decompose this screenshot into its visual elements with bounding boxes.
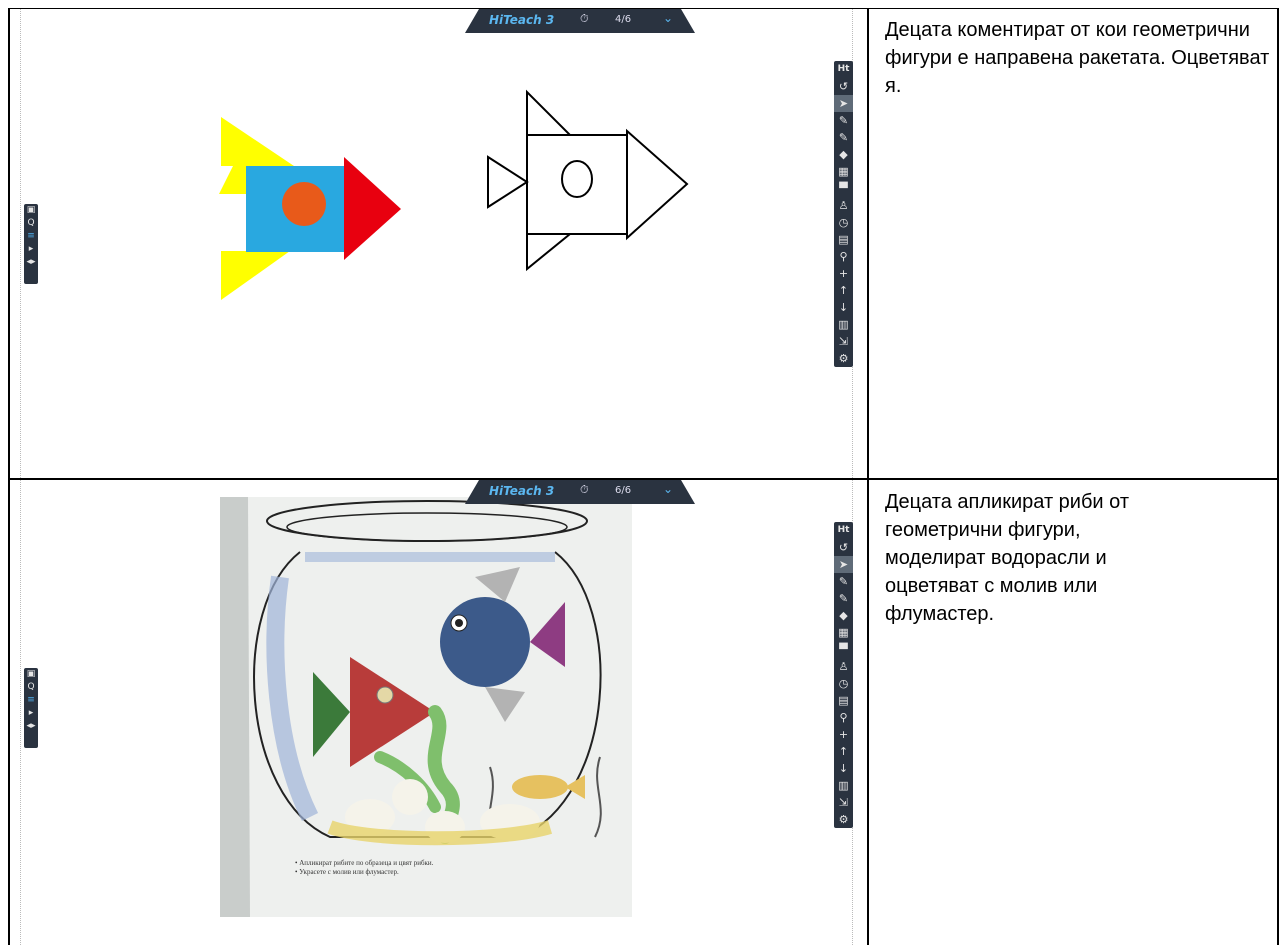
worksheet-photo: • Апликират рибите по образеца и цвят ри… bbox=[220, 497, 632, 917]
search-icon[interactable]: Q bbox=[24, 217, 38, 230]
clock-icon[interactable]: ⏱ bbox=[580, 12, 589, 26]
pen-2-icon[interactable]: ✎ bbox=[834, 129, 853, 146]
trash-icon[interactable]: ▥ bbox=[834, 316, 853, 333]
row-2-caption: Децата апликират риби от геометрични фиг… bbox=[885, 491, 1129, 625]
right-toolbar: Ht ↺ ➤ ✎ ✎ ◆ ▦ ▀ ♙ ◷ ▤ ⚲ + ↑ ↓ ▥ ⇲ ⚙ bbox=[834, 61, 853, 367]
add-icon[interactable]: + bbox=[834, 265, 853, 282]
trash-icon[interactable]: ▥ bbox=[834, 777, 853, 794]
row-1-caption: Децата коментират от кои геометрични фиг… bbox=[885, 19, 1270, 97]
chevron-down-icon[interactable]: ⌄ bbox=[663, 11, 673, 25]
timer-icon[interactable]: ◷ bbox=[834, 214, 853, 231]
calendar-icon[interactable]: ▤ bbox=[834, 692, 853, 709]
pen-2-icon[interactable]: ✎ bbox=[834, 590, 853, 607]
rocket-window bbox=[282, 182, 326, 226]
chevron-down-icon[interactable]: ⌄ bbox=[663, 482, 673, 496]
cursor-icon[interactable]: ➤ bbox=[834, 556, 853, 573]
settings-icon[interactable]: ⚙ bbox=[834, 811, 853, 828]
down-arrow-icon[interactable]: ↓ bbox=[834, 760, 853, 777]
stamp-icon[interactable]: ▀ bbox=[834, 180, 853, 197]
zoom-icon[interactable]: ⚲ bbox=[834, 709, 853, 726]
page-indicator: 6/6 bbox=[615, 485, 632, 496]
person-icon[interactable]: ♙ bbox=[834, 658, 853, 675]
menu-icon[interactable]: ≡ bbox=[24, 694, 38, 707]
image-icon[interactable]: ▣ bbox=[24, 204, 38, 217]
calendar-icon[interactable]: ▤ bbox=[834, 231, 853, 248]
table-border-right bbox=[1277, 8, 1279, 945]
worksheet-line-2: • Украсете с молив или флумастер. bbox=[295, 868, 399, 876]
left-toolbar-2: ▣ Q ≡ ▸ ◂▸ bbox=[24, 668, 38, 748]
pen-icon[interactable]: ✎ bbox=[834, 112, 853, 129]
add-icon[interactable]: + bbox=[834, 726, 853, 743]
search-icon[interactable]: Q bbox=[24, 681, 38, 694]
undo-icon[interactable]: ↺ bbox=[834, 78, 853, 95]
slide-1: HiTeach 3 ⏱ 4/6 ⌄ ▣ Q ≡ ▸ ◂▸ Ht ↺ ➤ ✎ ✎ … bbox=[10, 9, 867, 478]
worksheet-line-1: • Апликират рибите по образеца и цвят ри… bbox=[295, 859, 434, 867]
table-border-middle bbox=[867, 8, 869, 945]
cursor-icon[interactable]: ➤ bbox=[834, 95, 853, 112]
outline-rocket bbox=[487, 89, 689, 272]
hiteach-logo-icon[interactable]: Ht bbox=[834, 61, 853, 78]
image-icon[interactable]: ▣ bbox=[24, 668, 38, 681]
hiteach-logo: HiTeach 3 bbox=[489, 484, 555, 498]
exit-icon[interactable]: ⇲ bbox=[834, 794, 853, 811]
menu-icon[interactable]: ≡ bbox=[24, 230, 38, 243]
hiteach-topbar[interactable]: HiTeach 3 ⏱ 4/6 ⌄ bbox=[465, 9, 695, 33]
rocket-bottom-fin bbox=[221, 251, 290, 300]
play-icon[interactable]: ▸ bbox=[24, 707, 38, 720]
worksheet-instructions: • Апликират рибите по образеца и цвят ри… bbox=[295, 859, 433, 877]
hiteach-logo-icon[interactable]: Ht bbox=[834, 522, 853, 539]
right-toolbar-2: Ht ↺ ➤ ✎ ✎ ◆ ▦ ▀ ♙ ◷ ▤ ⚲ + ↑ ↓ ▥ ⇲ ⚙ bbox=[834, 522, 853, 828]
pen-icon[interactable]: ✎ bbox=[834, 573, 853, 590]
page-indicator: 4/6 bbox=[615, 14, 632, 25]
hiteach-topbar-2[interactable]: HiTeach 3 ⏱ 6/6 ⌄ bbox=[465, 480, 695, 504]
rocket-top-fin bbox=[221, 117, 294, 166]
down-arrow-icon[interactable]: ↓ bbox=[834, 299, 853, 316]
settings-icon[interactable]: ⚙ bbox=[834, 350, 853, 367]
eraser-icon[interactable]: ◆ bbox=[834, 146, 853, 163]
timer-icon[interactable]: ◷ bbox=[834, 675, 853, 692]
stamp-icon[interactable]: ▀ bbox=[834, 641, 853, 658]
rocket-illustration bbox=[219, 89, 689, 300]
person-icon[interactable]: ♙ bbox=[834, 197, 853, 214]
rocket-nose bbox=[344, 157, 401, 260]
left-toolbar: ▣ Q ≡ ▸ ◂▸ bbox=[24, 204, 38, 284]
volume-icon[interactable]: ◂▸ bbox=[24, 720, 38, 733]
undo-icon[interactable]: ↺ bbox=[834, 539, 853, 556]
clock-icon[interactable]: ⏱ bbox=[580, 483, 589, 497]
eraser-icon[interactable]: ◆ bbox=[834, 607, 853, 624]
hiteach-logo: HiTeach 3 bbox=[489, 13, 555, 27]
volume-icon[interactable]: ◂▸ bbox=[24, 256, 38, 269]
fishbowl-illustration bbox=[220, 497, 632, 917]
camera-icon[interactable]: ▦ bbox=[834, 624, 853, 641]
up-arrow-icon[interactable]: ↑ bbox=[834, 282, 853, 299]
exit-icon[interactable]: ⇲ bbox=[834, 333, 853, 350]
up-arrow-icon[interactable]: ↑ bbox=[834, 743, 853, 760]
zoom-icon[interactable]: ⚲ bbox=[834, 248, 853, 265]
slide-2-left-edge bbox=[20, 480, 21, 945]
play-icon[interactable]: ▸ bbox=[24, 243, 38, 256]
camera-icon[interactable]: ▦ bbox=[834, 163, 853, 180]
